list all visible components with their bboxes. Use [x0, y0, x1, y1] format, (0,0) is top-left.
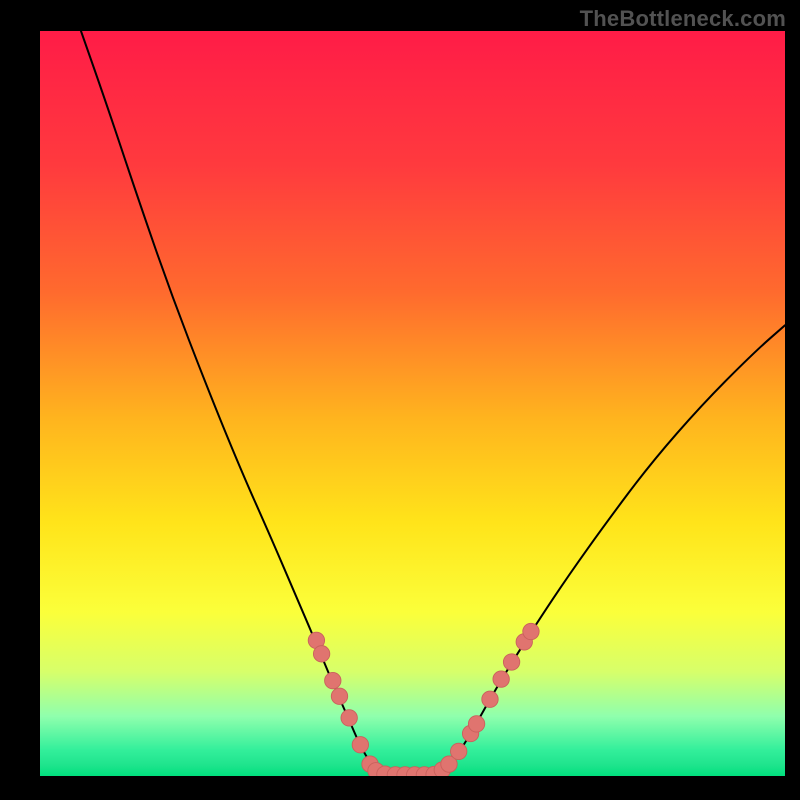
- chart-frame: TheBottleneck.com: [0, 0, 800, 800]
- curve-left-curve: [81, 31, 390, 775]
- data-marker: [482, 691, 498, 707]
- data-marker: [352, 737, 368, 753]
- data-marker: [503, 654, 519, 670]
- data-marker: [325, 672, 341, 688]
- curve-layer: [40, 31, 785, 776]
- plot-area: [40, 31, 785, 776]
- watermark-text: TheBottleneck.com: [580, 6, 786, 32]
- data-marker: [523, 623, 539, 639]
- data-marker: [313, 646, 329, 662]
- data-marker: [341, 710, 357, 726]
- data-marker: [493, 671, 509, 687]
- data-marker: [468, 716, 484, 732]
- data-marker: [331, 688, 347, 704]
- data-marker: [450, 743, 466, 759]
